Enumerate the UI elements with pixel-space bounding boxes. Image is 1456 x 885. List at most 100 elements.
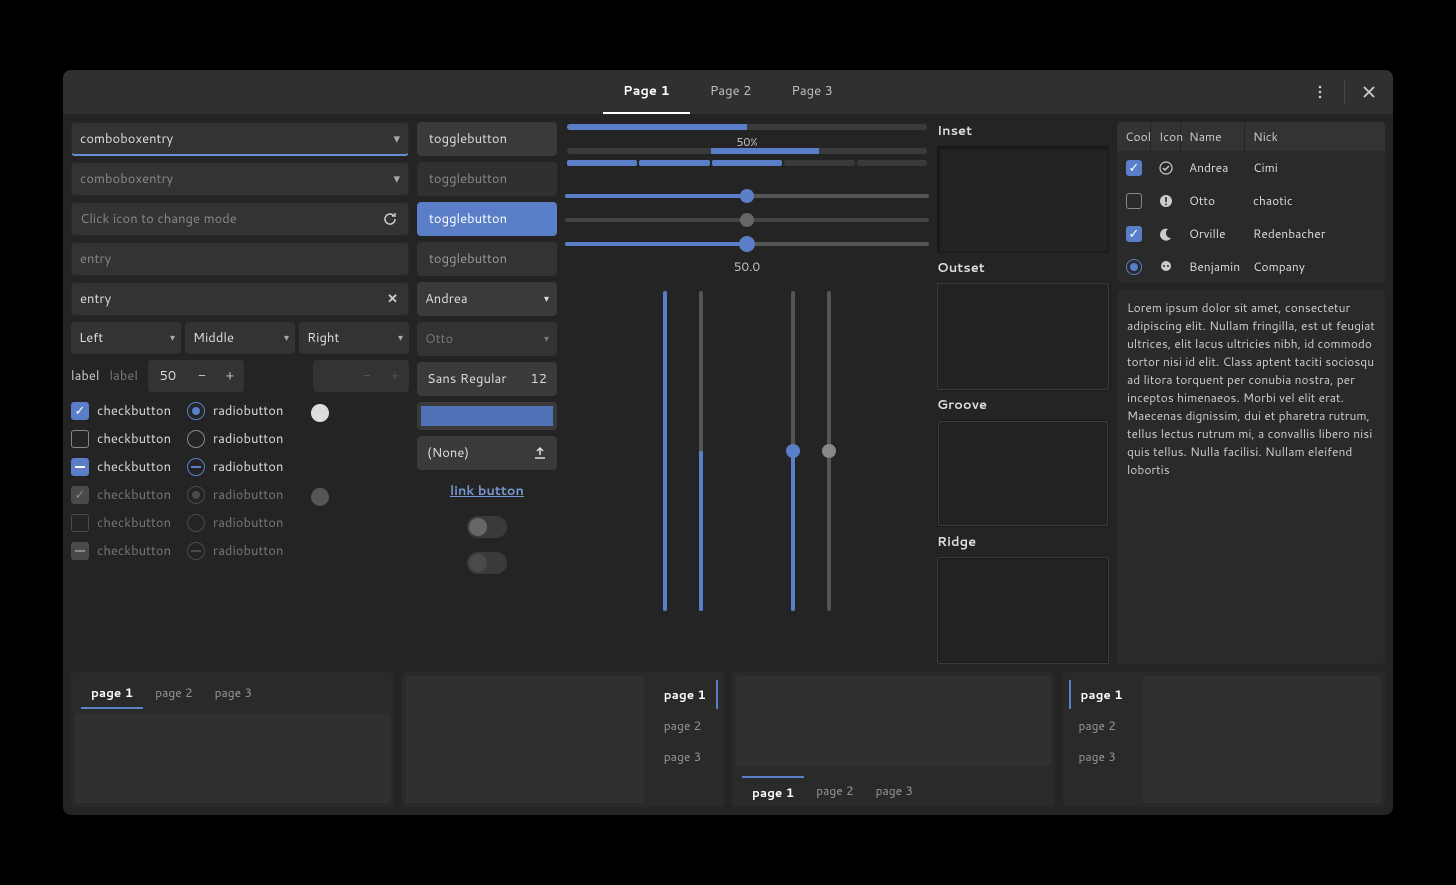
entry-input-1[interactable]	[80, 250, 400, 268]
color-button[interactable]	[417, 402, 557, 430]
nb-tab-2[interactable]: page 2	[806, 776, 863, 807]
spin-plus[interactable]: +	[216, 360, 244, 392]
switch-1[interactable]	[467, 516, 507, 538]
cell-cool[interactable]: ✓	[1117, 156, 1151, 180]
table-row[interactable]: ✓OrvilleRedenbacher	[1117, 217, 1385, 250]
tab-page2[interactable]: Page 2	[690, 70, 772, 114]
check-column: ✓checkbutton checkbutton checkbutton ✓ch…	[71, 402, 171, 560]
textview[interactable]: Lorem ipsum dolor sit amet, consectetur …	[1117, 289, 1385, 664]
nb-tab-3[interactable]: page 3	[654, 742, 718, 771]
titlebar-right	[1304, 76, 1385, 108]
menu-button[interactable]	[1304, 76, 1336, 108]
chevron-down-icon: ▾	[544, 292, 549, 306]
table-row[interactable]: ✓AndreaCimi	[1117, 151, 1385, 184]
hscale-1[interactable]	[565, 186, 929, 206]
check-radio-grid: ✓checkbutton checkbutton checkbutton ✓ch…	[71, 402, 409, 560]
radio-unchecked[interactable]: radiobutton	[187, 430, 283, 448]
column-1: comboboxentry ▾ comboboxentry ▾	[71, 122, 409, 664]
dropdown-middle[interactable]: Middle▾	[185, 322, 295, 354]
cell-nick: Company	[1245, 254, 1385, 279]
dropdown-left[interactable]: Left ▾	[71, 322, 181, 354]
kebab-icon	[1313, 85, 1327, 99]
file-chooser-button[interactable]: (None)	[417, 436, 557, 470]
nb-tab-1[interactable]: page 1	[81, 678, 143, 709]
table-row[interactable]: Ottochaotic	[1117, 184, 1385, 217]
clear-icon[interactable]: ✕	[387, 290, 398, 308]
vscale-2[interactable]	[691, 291, 711, 611]
radio-checked[interactable]: radiobutton	[187, 402, 283, 420]
radio-mixed[interactable]: radiobutton	[187, 458, 283, 476]
radio-label: radiobutton	[213, 486, 283, 504]
levelbar	[567, 160, 927, 166]
treeview[interactable]: Cool Icon Name Nick ✓AndreaCimiOttochaot…	[1117, 122, 1385, 283]
th-cool[interactable]: Cool	[1117, 122, 1151, 151]
notebook-bottom: page 1 page 2 page 3	[732, 672, 1055, 807]
dd-label: Left	[79, 329, 103, 347]
column-2: togglebutton togglebutton togglebutton t…	[417, 122, 557, 664]
check-unchecked[interactable]: checkbutton	[71, 430, 171, 448]
nb-tab-1[interactable]: page 1	[742, 776, 804, 807]
nb-tab-2[interactable]: page 2	[654, 711, 718, 740]
close-button[interactable]	[1353, 76, 1385, 108]
combo-andrea[interactable]: Andrea▾	[417, 282, 557, 316]
spinbutton[interactable]: 50 − +	[148, 360, 244, 392]
font-button[interactable]: Sans Regular12	[417, 362, 557, 396]
font-size: 12	[530, 370, 547, 388]
link-button[interactable]: link button	[417, 476, 557, 506]
hscale-group: 50.0	[565, 182, 929, 275]
mode-entry[interactable]	[71, 202, 409, 236]
tab-page3[interactable]: Page 3	[771, 70, 853, 114]
reload-icon[interactable]	[382, 211, 398, 227]
dropdown-right[interactable]: Right▾	[299, 322, 409, 354]
upload-icon	[533, 446, 547, 460]
cell-cool[interactable]	[1117, 189, 1151, 213]
frame-label-ridge: Ridge	[937, 533, 1109, 551]
frame-ridge	[937, 557, 1109, 664]
cell-cool[interactable]: ✓	[1117, 222, 1151, 246]
comboboxentry-1[interactable]: comboboxentry ▾	[71, 122, 409, 156]
nb-tab-1[interactable]: page 1	[654, 680, 718, 709]
frame-label-groove: Groove	[937, 396, 1109, 414]
mode-input[interactable]	[80, 210, 400, 228]
progressbar-1	[567, 124, 927, 130]
th-nick[interactable]: Nick	[1245, 122, 1385, 151]
frame-inset	[937, 146, 1109, 253]
nb-tab-3[interactable]: page 3	[205, 678, 262, 709]
chevron-down-icon: ▾	[170, 331, 175, 345]
nb-tabs: page 1 page 2 page 3	[648, 672, 724, 807]
vscale-row	[565, 291, 929, 611]
table-row[interactable]: BenjaminCompany	[1117, 250, 1385, 283]
nb-tab-1[interactable]: page 1	[1069, 680, 1133, 709]
togglebutton-1[interactable]: togglebutton	[417, 122, 557, 156]
nb-tab-2[interactable]: page 2	[1069, 711, 1133, 740]
main-row: comboboxentry ▾ comboboxentry ▾	[71, 122, 1385, 664]
frame-label-outset: Outset	[937, 259, 1109, 277]
comboboxentry-2[interactable]: comboboxentry ▾	[71, 162, 409, 196]
hscale-value: 50.0	[565, 258, 929, 275]
th-icon[interactable]: Icon	[1151, 122, 1181, 151]
th-name[interactable]: Name	[1181, 122, 1245, 151]
entry-input-2[interactable]	[80, 290, 400, 308]
nb-tab-3[interactable]: page 3	[866, 776, 923, 807]
nb-tab-2[interactable]: page 2	[145, 678, 202, 709]
lone-radio[interactable]	[311, 404, 329, 422]
spinbutton-disabled: − +	[313, 360, 409, 392]
cell-cool[interactable]	[1117, 255, 1151, 279]
lone-radio-disabled	[311, 488, 329, 506]
hscale-3-marks[interactable]	[565, 234, 929, 254]
tab-page1[interactable]: Page 1	[603, 70, 690, 114]
entry-with-clear[interactable]: ✕	[71, 282, 409, 316]
entry-placeholder[interactable]	[71, 242, 409, 276]
cell-name: Andrea	[1181, 155, 1245, 180]
cell-name: Otto	[1181, 188, 1245, 213]
combo-label: Otto	[425, 330, 453, 348]
check-mixed[interactable]: checkbutton	[71, 458, 171, 476]
togglebutton-3-active[interactable]: togglebutton	[417, 202, 557, 236]
nb-tab-3[interactable]: page 3	[1069, 742, 1133, 771]
check-checked[interactable]: ✓checkbutton	[71, 402, 171, 420]
cell-icon	[1151, 157, 1181, 179]
vscale-1[interactable]	[655, 291, 675, 611]
spin-minus[interactable]: −	[188, 360, 216, 392]
dd-label: Right	[307, 329, 339, 347]
vscale-3[interactable]	[783, 291, 803, 611]
